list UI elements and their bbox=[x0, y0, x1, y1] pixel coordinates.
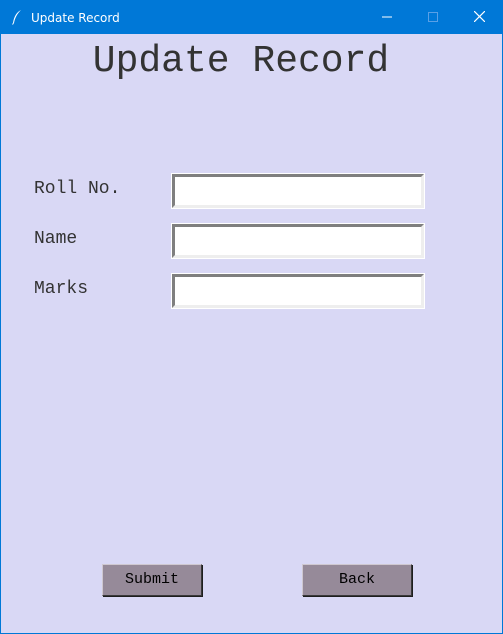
update-record-window: Update Record Update Record Roll No. Nam… bbox=[0, 0, 503, 634]
maximize-button[interactable] bbox=[410, 1, 456, 34]
roll-no-label: Roll No. bbox=[34, 179, 121, 199]
minimize-icon bbox=[382, 9, 392, 27]
close-button[interactable] bbox=[456, 1, 502, 34]
window-title: Update Record bbox=[31, 11, 120, 25]
name-label: Name bbox=[34, 229, 78, 249]
roll-no-input[interactable] bbox=[171, 173, 425, 209]
marks-label: Marks bbox=[34, 279, 89, 299]
close-icon bbox=[473, 9, 485, 27]
submit-button[interactable]: Submit bbox=[102, 564, 202, 596]
minimize-button[interactable] bbox=[364, 1, 410, 34]
title-bar[interactable]: Update Record bbox=[1, 1, 502, 34]
page-title: Update Record bbox=[92, 40, 390, 83]
feather-icon bbox=[11, 9, 23, 25]
back-button[interactable]: Back bbox=[302, 564, 412, 596]
maximize-icon bbox=[428, 9, 438, 27]
name-input[interactable] bbox=[171, 223, 425, 259]
marks-input[interactable] bbox=[171, 273, 425, 309]
